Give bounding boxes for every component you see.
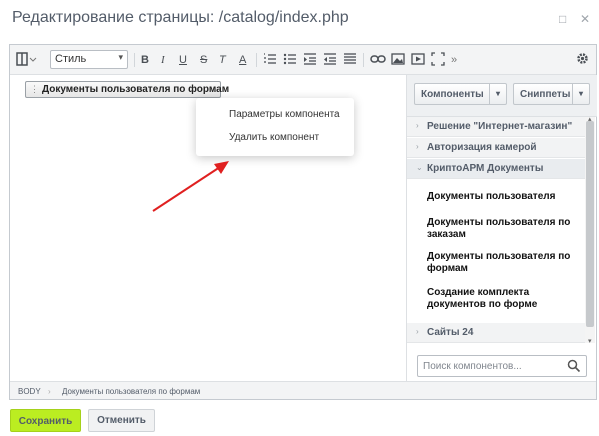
fullscreen-icon[interactable]: [431, 52, 445, 71]
editor-toolbar: Стиль ▾ B I U S T A »: [10, 45, 596, 75]
toolbar-divider: [363, 53, 364, 67]
cancel-button[interactable]: Отменить: [88, 409, 155, 432]
menu-item-component-params[interactable]: Параметры компонента: [229, 109, 340, 120]
drag-handle-icon[interactable]: ⋮: [30, 84, 39, 95]
toolbar-divider: [134, 53, 135, 67]
snippets-button[interactable]: Сниппеты ▾: [513, 83, 590, 105]
component-item[interactable]: Документы пользователя: [427, 191, 577, 203]
scroll-down-icon[interactable]: ▾: [588, 337, 592, 345]
video-icon[interactable]: [411, 52, 425, 71]
sidebar-header: Компоненты ▾ Сниппеты ▾: [407, 75, 597, 117]
style-select-value: Стиль: [55, 53, 87, 65]
settings-icon[interactable]: [576, 52, 589, 70]
category-internet-shop[interactable]: › Решение "Интернет-магазин": [407, 117, 585, 137]
html-editor: Стиль ▾ B I U S T A » ⋮ Документы пользо…: [9, 44, 597, 400]
underline-button[interactable]: U: [179, 52, 187, 68]
italic-button[interactable]: I: [161, 52, 165, 68]
component-block-label: Документы пользователя по формам: [42, 84, 230, 95]
component-sidebar: Компоненты ▾ Сниппеты ▾ › Решение "Интер…: [406, 75, 597, 381]
component-item[interactable]: Документы пользователя по формам: [427, 251, 577, 275]
chevron-down-icon: ⌄: [416, 163, 423, 172]
outdent-icon[interactable]: [323, 52, 337, 71]
category-camera-auth[interactable]: › Авторизация камерой: [407, 138, 585, 158]
chevron-down-icon[interactable]: ▾: [572, 84, 589, 104]
components-button[interactable]: Компоненты ▾: [414, 83, 507, 105]
font-color-button[interactable]: A: [239, 52, 246, 68]
view-mode-icon[interactable]: [16, 52, 38, 71]
scroll-up-icon[interactable]: ▴: [588, 115, 592, 123]
align-icon[interactable]: [343, 52, 357, 71]
close-icon[interactable]: ✕: [580, 12, 590, 26]
category-label: КриптоАРМ Документы: [427, 163, 544, 174]
component-block[interactable]: ⋮ Документы пользователя по формам: [25, 81, 229, 98]
chevron-right-icon: ›: [416, 121, 419, 130]
style-select[interactable]: Стиль ▾: [50, 50, 128, 69]
breadcrumb-body[interactable]: BODY: [18, 387, 41, 396]
clear-format-button[interactable]: T: [219, 52, 226, 68]
link-icon[interactable]: [370, 52, 386, 71]
indent-icon[interactable]: [303, 52, 317, 71]
chevron-down-icon: ▾: [118, 52, 123, 62]
chevron-right-icon: ›: [416, 142, 419, 151]
search-icon[interactable]: [567, 359, 581, 378]
component-search[interactable]: Поиск компонентов...: [417, 355, 587, 377]
ordered-list-icon[interactable]: [263, 52, 277, 71]
menu-item-delete-component[interactable]: Удалить компонент: [229, 132, 319, 143]
save-button[interactable]: Сохранить: [10, 409, 81, 432]
image-icon[interactable]: [391, 52, 405, 71]
breadcrumb-component[interactable]: Документы пользователя по формам: [62, 387, 200, 396]
category-label: Решение "Интернет-магазин": [427, 121, 573, 132]
component-item[interactable]: Документы пользователя по заказам: [427, 217, 577, 241]
chevron-down-icon[interactable]: ▾: [489, 84, 506, 104]
sidebar-scrollbar[interactable]: [585, 117, 595, 343]
category-label: Сайты 24: [427, 327, 474, 338]
scrollbar-thumb[interactable]: [586, 121, 594, 327]
category-label: Авторизация камерой: [427, 142, 537, 153]
category-sites-24[interactable]: › Сайты 24: [407, 323, 585, 343]
red-arrow-annotation: [152, 161, 229, 212]
strikethrough-button[interactable]: S: [200, 52, 207, 68]
bold-button[interactable]: B: [141, 52, 149, 68]
minimize-icon[interactable]: □: [559, 12, 566, 26]
more-icon[interactable]: »: [451, 52, 457, 68]
breadcrumb-separator-icon: ›: [48, 387, 51, 396]
category-cryptoarm-docs[interactable]: ⌄ КриптоАРМ Документы: [407, 159, 585, 179]
window-title: Редактирование страницы: /catalog/index.…: [12, 9, 349, 26]
component-item[interactable]: Создание комплекта документов по форме: [427, 287, 577, 311]
status-bar: BODY › Документы пользователя по формам: [10, 381, 596, 399]
chevron-right-icon: ›: [416, 327, 419, 336]
unordered-list-icon[interactable]: [283, 52, 297, 71]
toolbar-divider: [256, 53, 257, 67]
search-placeholder: Поиск компонентов...: [423, 361, 522, 372]
